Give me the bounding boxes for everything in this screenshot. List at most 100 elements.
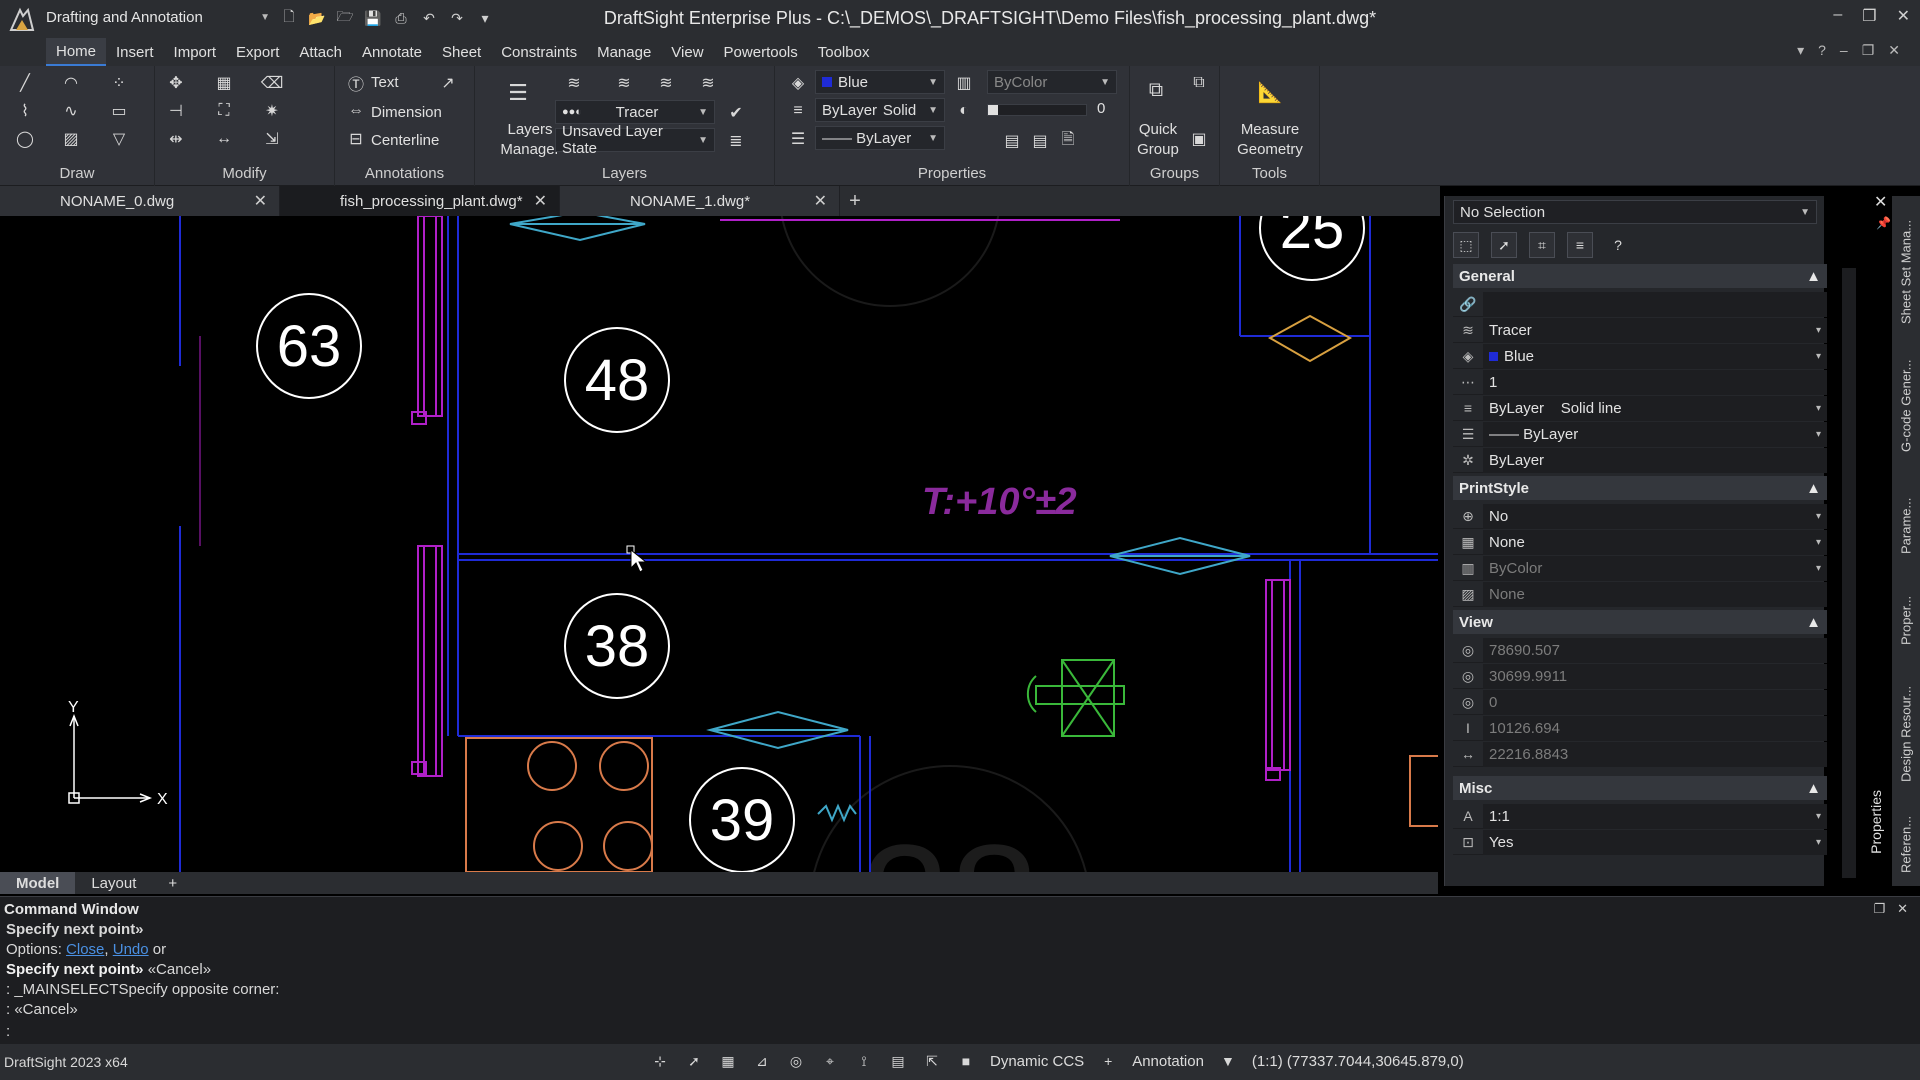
move-icon[interactable]: ✥ [165, 72, 187, 94]
etrack-icon[interactable]: ⟟ [854, 1051, 874, 1071]
selection-dropdown[interactable]: No Selection ▼ [1453, 200, 1817, 224]
prop-value[interactable]: None [1483, 581, 1827, 607]
text-icon[interactable]: Ⓣ [345, 72, 367, 94]
grid-icon[interactable]: ▦ [718, 1051, 738, 1071]
prop-row-annotation-scale[interactable]: A 1:1 ▾ [1453, 803, 1827, 829]
prop-row-printstyle-3[interactable]: ▥ ByColor ▾ [1453, 555, 1827, 581]
new-tab-button[interactable]: + [840, 186, 870, 216]
customize-chevron-icon[interactable]: ▾ [476, 9, 494, 27]
printstyle-dropdown[interactable]: ByColor ▼ [987, 70, 1117, 94]
float-icon[interactable]: ❐ [1873, 901, 1885, 917]
prop-row-center-x[interactable]: ◎ 78690.507 [1453, 637, 1827, 663]
esnap-icon[interactable]: ⌖ [820, 1051, 840, 1071]
prop-value[interactable]: —— ByLayer ▾ [1483, 421, 1827, 447]
help-icon[interactable]: ? [1818, 42, 1826, 59]
mirror-icon[interactable]: ⇹ [165, 128, 187, 150]
spline-icon[interactable]: ∿ [60, 100, 82, 122]
prop-value[interactable]: None ▾ [1483, 529, 1827, 555]
temperature-annotation[interactable]: T:+10°±2 [922, 481, 1077, 523]
prop-value[interactable]: 0 [1483, 689, 1827, 715]
tab-model[interactable]: Model [0, 872, 76, 894]
prop-value[interactable]: 10126.694 [1483, 715, 1827, 741]
close-icon[interactable]: ✕ [254, 191, 267, 211]
group-edit-icon[interactable]: ⧉ [1188, 72, 1210, 94]
prop-value[interactable]: 78690.507 [1483, 637, 1827, 663]
undo-option-link[interactable]: Undo [113, 941, 149, 958]
linetype-dropdown[interactable]: ByLayer Solid ▼ [815, 98, 945, 122]
prop-row-center-z[interactable]: ◎ 0 [1453, 689, 1827, 715]
measure-icon[interactable]: 📐 [1256, 78, 1284, 106]
section-printstyle[interactable]: PrintStyle ▲ [1453, 476, 1827, 500]
side-tab-parameters[interactable]: Parame... [1894, 486, 1918, 566]
prop-value[interactable]: ByColor ▾ [1483, 555, 1827, 581]
current-layer-dropdown[interactable]: ●●◐ Tracer ▼ [555, 100, 715, 124]
dynamic-ccs-toggle[interactable]: Dynamic CCS [990, 1053, 1084, 1070]
tab-home[interactable]: Home [46, 38, 107, 66]
prop-row-ucs-icon-on[interactable]: ⊡ Yes ▾ [1453, 829, 1827, 855]
polyline-icon[interactable]: ⌇ [14, 100, 36, 122]
match-properties-icon[interactable]: ▤ [1001, 130, 1023, 152]
explode-icon[interactable]: ⛶ [213, 100, 235, 122]
properties-sheet-icon[interactable]: 🗎 [1057, 130, 1079, 152]
scale-icon[interactable]: ✷ [261, 100, 283, 122]
close-icon[interactable]: ✕ [1897, 901, 1908, 917]
prop-row-height[interactable]: I 10126.694 [1453, 715, 1827, 741]
prop-row-color[interactable]: ◈ Blue ▾ [1453, 343, 1827, 369]
prop-row-linetype[interactable]: ≡ ByLayer Solid line ▾ [1453, 395, 1827, 421]
quick-group-icon[interactable]: ⧉ [1142, 76, 1170, 104]
select-objects-icon[interactable]: ➚ [1491, 232, 1517, 258]
quick-input-icon[interactable]: ⇱ [922, 1051, 942, 1071]
annotation-scale-label[interactable]: Annotation [1132, 1053, 1204, 1070]
prop-value[interactable]: ByLayer [1483, 447, 1827, 473]
ribbon-collapse-icon[interactable]: ▾ [1797, 42, 1804, 59]
prop-row-printstyle-2[interactable]: ▦ None ▾ [1453, 529, 1827, 555]
pattern-icon[interactable]: ▦ [213, 72, 235, 94]
close-icon[interactable]: ✕ [814, 191, 827, 211]
trim-icon[interactable]: ⊣ [165, 100, 187, 122]
leader-icon[interactable]: ↗ [437, 72, 459, 94]
dimension-icon[interactable]: ⇔ [345, 100, 367, 122]
doc-minimize-icon[interactable]: – [1840, 42, 1848, 59]
layer-isolate-icon[interactable]: ≋ [613, 72, 635, 94]
close-icon[interactable]: ✕ [1897, 6, 1910, 26]
undo-icon[interactable]: ↶ [420, 9, 438, 27]
tab-annotate[interactable]: Annotate [352, 38, 432, 66]
side-tab-sheet-set-manager[interactable]: Sheet Set Mana... [1894, 212, 1918, 332]
prop-value[interactable]: ByLayer Solid line ▾ [1483, 395, 1827, 421]
tab-attach[interactable]: Attach [289, 38, 352, 66]
draftsight-logo-icon[interactable] [8, 6, 36, 34]
doc-tab-noname1[interactable]: NONAME_1.dwg* ✕ [560, 186, 840, 216]
prop-value[interactable]: 1 [1483, 369, 1827, 395]
tab-layout[interactable]: Layout [75, 872, 152, 894]
prop-value[interactable]: Blue ▾ [1483, 343, 1827, 369]
point-icon[interactable]: ⁘ [108, 72, 130, 94]
polar-icon[interactable]: ◎ [786, 1051, 806, 1071]
prop-value[interactable]: 1:1 ▾ [1483, 803, 1827, 829]
quick-select-icon[interactable]: ⌗ [1529, 232, 1555, 258]
measure-geometry-button[interactable]: Measure Geometry [1224, 120, 1316, 160]
extend-icon[interactable]: ↔ [213, 128, 235, 150]
pin-icon[interactable]: 📌 [1876, 216, 1891, 230]
drawing-canvas[interactable]: 38 [0, 216, 1438, 872]
prop-value[interactable]: Yes ▾ [1483, 829, 1827, 855]
select-all-icon[interactable]: ⬚ [1453, 232, 1479, 258]
stretch-icon[interactable]: ⇲ [261, 128, 283, 150]
side-tab-design-resources[interactable]: Design Resour... [1894, 674, 1918, 794]
section-view[interactable]: View ▲ [1453, 610, 1827, 634]
layer-off-icon[interactable]: ≋ [655, 72, 677, 94]
prop-row-transparency[interactable]: ✲ ByLayer [1453, 447, 1827, 473]
layers-manager-icon[interactable]: ☰ [503, 78, 533, 108]
prop-row-linetype-scale[interactable]: ⋯ 1 [1453, 369, 1827, 395]
circle-icon[interactable]: ◯ [14, 128, 36, 150]
rectangle-icon[interactable]: ▭ [108, 100, 130, 122]
restore-icon[interactable]: ❐ [1862, 6, 1876, 26]
redo-icon[interactable]: ↷ [448, 9, 466, 27]
doc-close-icon[interactable]: ✕ [1888, 42, 1900, 59]
erase-icon[interactable]: ⌫ [261, 72, 284, 94]
prop-row-printstyle-1[interactable]: ⊕ No ▾ [1453, 503, 1827, 529]
group-select-icon[interactable]: ▣ [1188, 128, 1210, 150]
region-icon[interactable]: ▽ [108, 128, 130, 150]
prop-value[interactable]: Tracer ▾ [1483, 317, 1827, 343]
stop-icon[interactable]: ■ [956, 1051, 976, 1071]
doc-tab-noname0[interactable]: NONAME_0.dwg ✕ [0, 186, 280, 216]
